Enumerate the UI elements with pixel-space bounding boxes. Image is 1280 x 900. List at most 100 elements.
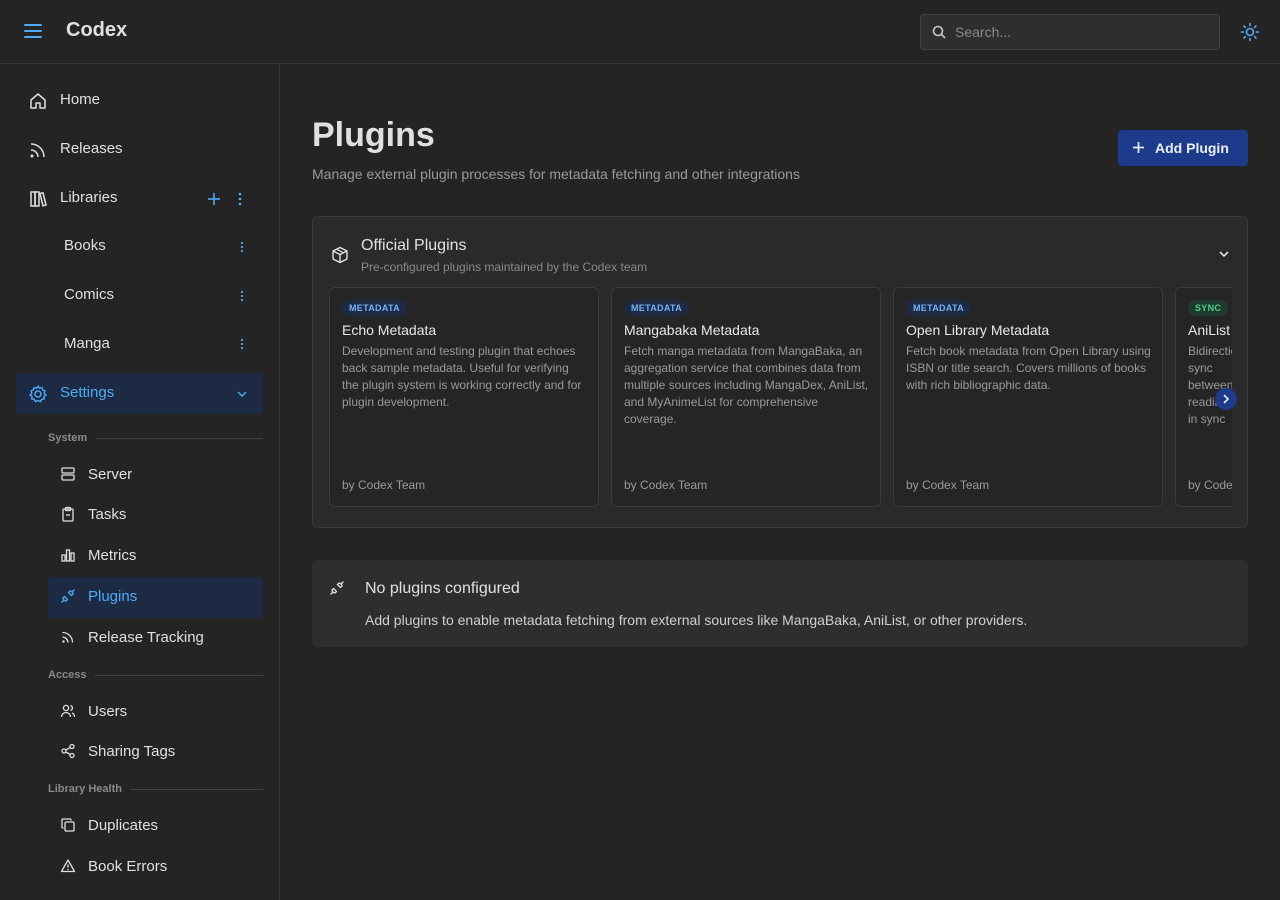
sidebar-item-label: Duplicates: [88, 817, 159, 834]
sidebar: Home Releases Libraries Books Comics Man…: [0, 64, 280, 900]
nav-releases-label: Releases: [60, 140, 123, 157]
app-header: Codex: [0, 0, 1280, 64]
empty-state: No plugins configured Add plugins to ena…: [312, 560, 1248, 647]
libraries-more-icon[interactable]: [232, 191, 248, 207]
plugin-card-description: Development and testing plugin that echo…: [342, 344, 582, 409]
sidebar-item-users[interactable]: Users: [48, 692, 263, 732]
nav-settings-label: Settings: [60, 384, 115, 401]
sidebar-item-label: Sharing Tags: [88, 743, 176, 760]
nav-settings[interactable]: Settings: [16, 373, 263, 414]
empty-state-description: Add plugins to enable metadata fetching …: [365, 612, 1028, 628]
sidebar-item-book-errors[interactable]: Book Errors: [48, 847, 263, 887]
warning-icon: [60, 859, 76, 873]
sidebar-item-release-tracking[interactable]: Release Tracking: [48, 618, 263, 658]
plus-icon: [1133, 142, 1144, 153]
clipboard-icon: [62, 506, 74, 522]
sidebar-item-label: Book Errors: [88, 858, 168, 875]
plug-icon: [330, 581, 344, 595]
add-library-icon[interactable]: [206, 191, 222, 207]
sun-icon[interactable]: [1240, 22, 1260, 42]
section-label-system: System: [48, 432, 88, 444]
sidebar-item-duplicates[interactable]: Duplicates: [48, 806, 263, 846]
nav-releases[interactable]: Releases: [16, 129, 263, 169]
plugin-card-description: Fetch book metadata from Open Library us…: [906, 344, 1151, 392]
plugin-card-title: Echo Metadata: [342, 322, 437, 338]
carousel-next-button[interactable]: [1215, 388, 1237, 410]
plugin-card-author: by Codex Team: [342, 478, 426, 492]
section-divider: [96, 438, 263, 439]
sidebar-item-label: Server: [88, 466, 133, 483]
copy-icon: [61, 818, 75, 832]
library-item-label: Comics: [64, 286, 115, 303]
sidebar-item-server[interactable]: Server: [48, 455, 263, 495]
official-plugins-panel: Official Plugins Pre-configured plugins …: [312, 216, 1248, 528]
plug-icon: [61, 589, 75, 603]
sidebar-item-sharing-tags[interactable]: Sharing Tags: [48, 732, 263, 772]
sidebar-item-label: Metrics: [88, 547, 137, 564]
bar-chart-icon: [61, 549, 75, 562]
search-icon: [932, 25, 946, 39]
library-item-label: Books: [64, 237, 106, 254]
rss-icon: [62, 631, 74, 643]
plugin-card-author: by Codex Team: [1188, 478, 1232, 492]
home-icon: [30, 93, 46, 109]
plugin-card-title: AniList: [1188, 322, 1231, 338]
library-item-books[interactable]: Books: [48, 226, 263, 266]
plugin-card[interactable]: METADATA Echo Metadata Development and t…: [329, 287, 599, 507]
section-divider: [130, 789, 263, 790]
plugin-type-badge: METADATA: [342, 300, 407, 316]
nav-home[interactable]: Home: [16, 80, 263, 120]
sidebar-item-metrics[interactable]: Metrics: [48, 536, 263, 576]
plugin-type-badge: METADATA: [906, 300, 971, 316]
page-title: Plugins: [312, 116, 435, 154]
sidebar-item-label: Tasks: [88, 506, 127, 523]
add-plugin-label: Add Plugin: [1155, 140, 1229, 156]
search-box[interactable]: [920, 14, 1220, 50]
books-icon: [30, 191, 47, 207]
plugin-card-description: Bidirectional sync between reading in sy…: [1188, 344, 1232, 426]
section-label-access: Access: [48, 669, 87, 681]
plugin-card-author: by Codex Team: [906, 478, 990, 492]
users-icon: [60, 704, 76, 718]
sidebar-item-plugins[interactable]: Plugins: [48, 577, 263, 618]
gear-icon: [29, 385, 47, 403]
library-more-icon[interactable]: [234, 239, 250, 255]
plugin-card-title: Open Library Metadata: [906, 322, 1050, 338]
add-plugin-button[interactable]: Add Plugin: [1118, 130, 1248, 166]
empty-state-title: No plugins configured: [365, 580, 520, 597]
share-icon: [61, 743, 75, 759]
sidebar-item-tasks[interactable]: Tasks: [48, 495, 263, 535]
page-subtitle: Manage external plugin processes for met…: [312, 166, 800, 182]
sidebar-item-label: Release Tracking: [88, 629, 204, 646]
plugin-card-author: by Codex Team: [624, 478, 708, 492]
sidebar-item-label: Plugins: [88, 588, 138, 605]
nav-libraries[interactable]: Libraries: [16, 178, 263, 218]
server-icon: [61, 467, 75, 481]
search-input[interactable]: [955, 15, 1210, 49]
library-item-comics[interactable]: Comics: [48, 275, 263, 315]
plugin-type-badge: METADATA: [624, 300, 689, 316]
plugin-type-badge: SYNC: [1188, 300, 1229, 316]
app-title: Codex: [66, 19, 128, 41]
chevron-down-icon[interactable]: [1217, 247, 1231, 261]
plugin-cards-carousel: METADATA Echo Metadata Development and t…: [329, 287, 1232, 508]
plugin-card-description: Fetch manga metadata from MangaBaka, an …: [624, 344, 869, 426]
library-item-label: Manga: [64, 335, 110, 352]
official-plugins-subtitle: Pre-configured plugins maintained by the…: [361, 260, 648, 274]
nav-libraries-label: Libraries: [60, 189, 118, 206]
menu-icon[interactable]: [24, 24, 42, 40]
chevron-right-icon: [1223, 394, 1230, 404]
sidebar-item-label: Users: [88, 703, 128, 720]
official-plugins-title: Official Plugins: [361, 237, 467, 254]
section-divider: [95, 675, 263, 676]
rss-icon: [30, 143, 45, 158]
plugin-card[interactable]: METADATA Mangabaka Metadata Fetch manga …: [611, 287, 881, 507]
library-more-icon[interactable]: [234, 336, 250, 352]
chevron-down-icon[interactable]: [236, 388, 248, 400]
plugin-card-title: Mangabaka Metadata: [624, 322, 760, 338]
package-icon: [332, 246, 348, 264]
plugin-card[interactable]: METADATA Open Library Metadata Fetch boo…: [893, 287, 1163, 507]
library-item-manga[interactable]: Manga: [48, 324, 263, 364]
nav-home-label: Home: [60, 91, 101, 108]
library-more-icon[interactable]: [234, 288, 250, 304]
